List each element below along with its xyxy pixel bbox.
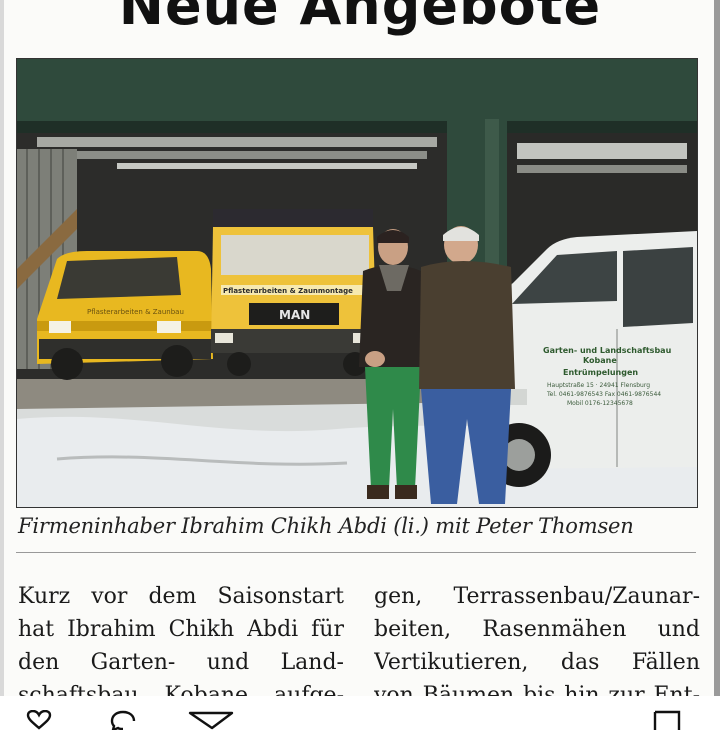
article-column-left: Kurz vor dem Saisonstart hat Ibrahim Chi… [18, 580, 344, 712]
hall-roof-band [17, 59, 697, 129]
column-right-line: Vertikutieren, das Fällen [374, 650, 700, 675]
newspaper-clipping: Neue Angebote Pflasterarbeiten & Zaunbau… [0, 0, 720, 728]
car-sign-line1: Garten- und Landschaftsbau [543, 346, 672, 355]
van-sign-text: Pflasterarbeiten & Zaunbau [87, 308, 184, 316]
car-sign-line4: Hauptstraße 15 · 24941 Flensburg [547, 382, 650, 389]
post-action-bar [0, 696, 720, 730]
yellow-truck: Pflasterarbeiten & Zaunmontage MAN [211, 209, 377, 376]
photo-caption: Firmeninhaber Ibrahim Chikh Abdi (li.) m… [18, 514, 634, 538]
page-edge-left [0, 0, 4, 700]
yellow-van: Pflasterarbeiten & Zaunbau [37, 251, 213, 380]
page-edge-right [714, 0, 720, 700]
car-sign-line6: Mobil 0176-12345678 [567, 400, 633, 407]
column-left-line: den Garten- und Land- [18, 650, 344, 675]
caption-divider [16, 552, 696, 553]
column-right-line: beiten, Rasenmähen und [374, 617, 700, 642]
comment-icon[interactable] [110, 710, 136, 730]
truck-brand-logo: MAN [279, 308, 310, 322]
photo-illustration: Pflasterarbeiten & Zaunbau Pflasterarbei… [17, 59, 697, 507]
truck-sign-text: Pflasterarbeiten & Zaunmontage [223, 287, 353, 295]
car-sign-line3: Entrümpelungen [563, 368, 638, 377]
column-right-line: gen, Terrassenbau/Zaunar- [374, 584, 700, 609]
heart-icon[interactable] [26, 710, 52, 730]
column-left-line: hat Ibrahim Chikh Abdi für [18, 617, 344, 642]
article-headline: Neue Angebote [118, 0, 602, 37]
column-left-line: Kurz vor dem Saisonstart [18, 584, 344, 609]
car-sign-line5: Tel. 0461-9876543 Fax 0461-9876544 [546, 391, 661, 398]
bookmark-icon[interactable] [652, 710, 682, 730]
share-icon[interactable] [188, 710, 234, 730]
article-column-right: gen, Terrassenbau/Zaunar- beiten, Rasenm… [374, 580, 700, 712]
car-sign-line2: Kobane [583, 356, 617, 365]
article-photo: Pflasterarbeiten & Zaunbau Pflasterarbei… [16, 58, 698, 508]
